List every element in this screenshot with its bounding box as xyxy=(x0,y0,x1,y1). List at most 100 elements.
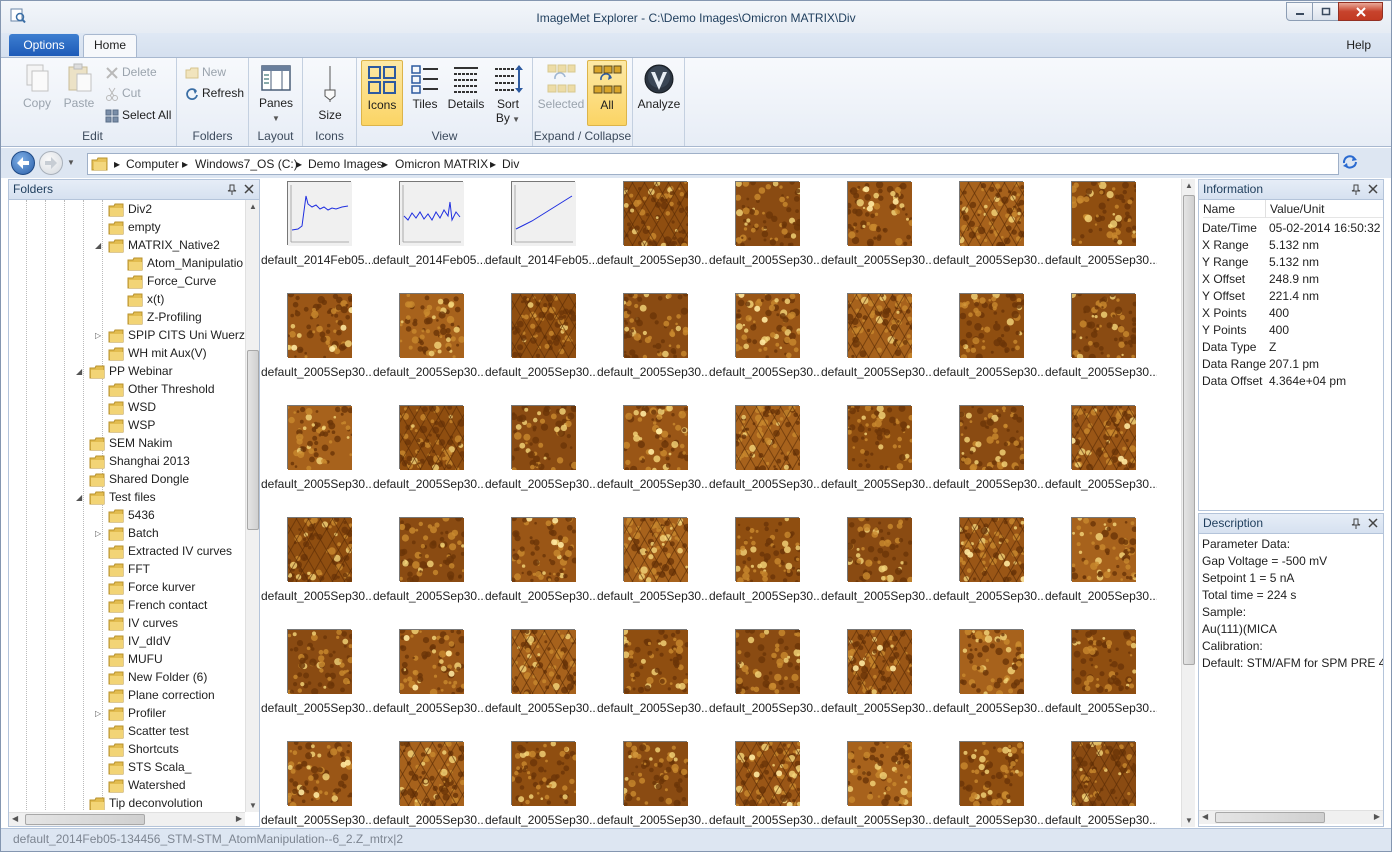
back-button[interactable] xyxy=(11,151,35,175)
scroll-left-icon[interactable]: ◀ xyxy=(1202,812,1208,821)
collapsed-arrow-icon[interactable]: ▷ xyxy=(95,331,101,340)
thumbnail-item[interactable]: default_2005Sep30... xyxy=(1045,515,1157,627)
new-folder-button[interactable]: New xyxy=(185,62,226,82)
pin-icon[interactable] xyxy=(227,184,237,196)
thumbnail-item[interactable]: default_2014Feb05... xyxy=(485,179,597,291)
thumbnail-item[interactable]: default_2005Sep30... xyxy=(485,739,597,827)
scroll-up-icon[interactable]: ▲ xyxy=(1185,181,1193,190)
refresh-address-icon[interactable] xyxy=(1341,154,1359,170)
thumbnail-item[interactable]: default_2005Sep30... xyxy=(709,515,821,627)
address-bar[interactable]: ▸ Computer ▸ Windows7_OS (C:) ▸ Demo Ima… xyxy=(87,153,1339,175)
scroll-thumb[interactable] xyxy=(1183,195,1195,665)
folder-tree-item[interactable]: empty xyxy=(108,218,161,236)
folder-tree-item[interactable]: Scatter test xyxy=(108,722,189,740)
close-button[interactable] xyxy=(1338,2,1383,21)
folder-tree-item[interactable]: French contact xyxy=(108,596,207,614)
thumbnail-item[interactable]: default_2005Sep30... xyxy=(597,291,709,403)
folder-tree-item[interactable]: Shanghai 2013 xyxy=(89,452,190,470)
crumb-computer[interactable]: Computer xyxy=(126,157,179,171)
folder-tree-item[interactable]: STS Scala_ xyxy=(108,758,191,776)
tab-home[interactable]: Home xyxy=(83,34,137,57)
crumb-separator[interactable]: ▸ xyxy=(296,157,302,171)
thumbnail-item[interactable]: default_2014Feb05... xyxy=(373,179,485,291)
column-header-value[interactable]: Value/Unit xyxy=(1265,200,1383,218)
folder-tree-item[interactable]: Batch xyxy=(108,524,159,542)
expanded-arrow-icon[interactable]: ◢ xyxy=(76,493,82,502)
grid-vertical-scrollbar[interactable]: ▲ ▼ xyxy=(1181,179,1195,827)
thumbnail-item[interactable]: default_2005Sep30... xyxy=(821,179,933,291)
thumbnail-item[interactable]: default_2005Sep30... xyxy=(1045,627,1157,739)
thumbnail-item[interactable]: default_2005Sep30... xyxy=(783,291,1002,403)
scroll-right-icon[interactable]: ▶ xyxy=(236,814,242,823)
collapsed-arrow-icon[interactable]: ▷ xyxy=(95,529,101,538)
folder-tree-item[interactable]: Plane correction xyxy=(108,686,215,704)
close-pane-icon[interactable] xyxy=(1368,184,1378,194)
thumbnail-item[interactable]: default_2005Sep30... xyxy=(671,403,890,515)
folder-tree-item[interactable]: Div2 xyxy=(108,200,152,218)
folder-tree-item[interactable]: WSP xyxy=(108,416,155,434)
thumbnail-item[interactable]: default_2005Sep30... xyxy=(597,627,709,739)
view-tiles-button[interactable]: Tiles xyxy=(405,63,445,111)
expand-all-button[interactable]: All xyxy=(587,60,627,126)
thumbnail-item[interactable]: default_2005Sep30... xyxy=(447,291,666,403)
folder-tree-item[interactable]: Profiler xyxy=(108,704,166,722)
folder-tree-item[interactable]: x(t) xyxy=(127,290,164,308)
folder-tree-item[interactable]: Force kurver xyxy=(108,578,195,596)
thumbnail-item[interactable]: default_2005Sep30... xyxy=(671,739,890,827)
folder-tree-item[interactable]: New Folder (6) xyxy=(108,668,207,686)
thumbnail-item[interactable]: default_2005Sep30... xyxy=(559,179,778,291)
thumbnail-item[interactable]: default_2005Sep30... xyxy=(821,514,933,627)
thumbnail-item[interactable]: default_2005Sep30... xyxy=(597,403,709,515)
thumbnail-item[interactable]: default_2005Sep30... xyxy=(485,403,597,515)
thumbnail-item[interactable]: default_2005Sep30... xyxy=(597,739,709,827)
scroll-thumb[interactable] xyxy=(1215,812,1325,823)
folder-tree-item[interactable]: PP Webinar xyxy=(89,362,173,380)
thumbnail-item[interactable]: default_2005Sep30... xyxy=(373,626,485,739)
thumbnail-item[interactable]: default_2005Sep30... xyxy=(373,291,485,403)
history-dropdown[interactable]: ▼ xyxy=(67,158,75,167)
scroll-right-icon[interactable]: ▶ xyxy=(1374,812,1380,821)
thumbnail-item[interactable]: default_2005Sep30... xyxy=(261,515,442,627)
crumb-separator[interactable]: ▸ xyxy=(490,157,496,171)
crumb-separator[interactable]: ▸ xyxy=(114,157,120,171)
thumbnail-item[interactable]: default_2005Sep30... xyxy=(821,403,933,515)
folder-tree-item[interactable]: Force_Curve xyxy=(127,272,216,290)
cut-button[interactable]: Cut xyxy=(105,83,141,103)
column-header-name[interactable]: Name xyxy=(1203,200,1265,218)
collapsed-arrow-icon[interactable]: ▷ xyxy=(95,709,101,718)
sort-by-button[interactable]: Sort By ▼ xyxy=(487,63,529,125)
close-pane-icon[interactable] xyxy=(244,184,254,194)
thumbnail-item[interactable]: default_2005Sep30... xyxy=(335,403,554,515)
thumbnail-item[interactable]: default_2005Sep30... xyxy=(1045,179,1157,291)
minimize-button[interactable] xyxy=(1286,2,1313,21)
expanded-arrow-icon[interactable]: ◢ xyxy=(95,241,101,250)
thumbnail-item[interactable]: default_2005Sep30... xyxy=(485,515,597,627)
expanded-arrow-icon[interactable]: ◢ xyxy=(76,367,82,376)
folder-tree-item[interactable]: Watershed xyxy=(108,776,186,794)
folders-horizontal-scrollbar[interactable]: ◀ ▶ xyxy=(9,812,245,826)
folder-tree-item[interactable]: WH mit Aux(V) xyxy=(108,344,207,362)
close-pane-icon[interactable] xyxy=(1368,518,1378,528)
scroll-up-icon[interactable]: ▲ xyxy=(249,202,257,211)
folder-tree-item[interactable]: SPIP CITS Uni Wuerzb xyxy=(108,326,245,344)
thumbnail-item[interactable]: default_2005Sep30... xyxy=(261,739,373,827)
thumbnail-item[interactable]: default_2005Sep30... xyxy=(261,627,373,739)
folder-tree-item[interactable]: IV_dIdV xyxy=(108,632,171,650)
thumbnail-item[interactable]: default_2005Sep30... xyxy=(447,627,666,739)
delete-button[interactable]: Delete xyxy=(105,62,157,82)
thumbnail-item[interactable]: default_2005Sep30... xyxy=(933,627,1045,739)
expand-selected-button[interactable]: Selected xyxy=(537,63,585,111)
folder-tree-item[interactable]: Shared Dongle xyxy=(89,470,189,488)
thumbnail-item[interactable]: default_2005Sep30... xyxy=(821,739,933,827)
thumbnail-item[interactable]: default_2005Sep30... xyxy=(335,739,554,827)
crumb-div[interactable]: Div xyxy=(502,157,519,171)
thumbnail-item[interactable]: default_2005Sep30... xyxy=(933,403,1045,515)
view-icons-button[interactable]: Icons xyxy=(361,60,403,126)
forward-button[interactable] xyxy=(39,151,63,175)
pin-icon[interactable] xyxy=(1351,184,1361,196)
folder-tree-item[interactable]: MUFU xyxy=(108,650,163,668)
thumbnail-item[interactable]: default_2005Sep30... xyxy=(933,291,1045,403)
folder-tree-item[interactable]: Shortcuts xyxy=(108,740,179,758)
thumbnail-item[interactable]: default_2005Sep30... xyxy=(1007,403,1181,515)
tab-options[interactable]: Options xyxy=(9,34,79,56)
